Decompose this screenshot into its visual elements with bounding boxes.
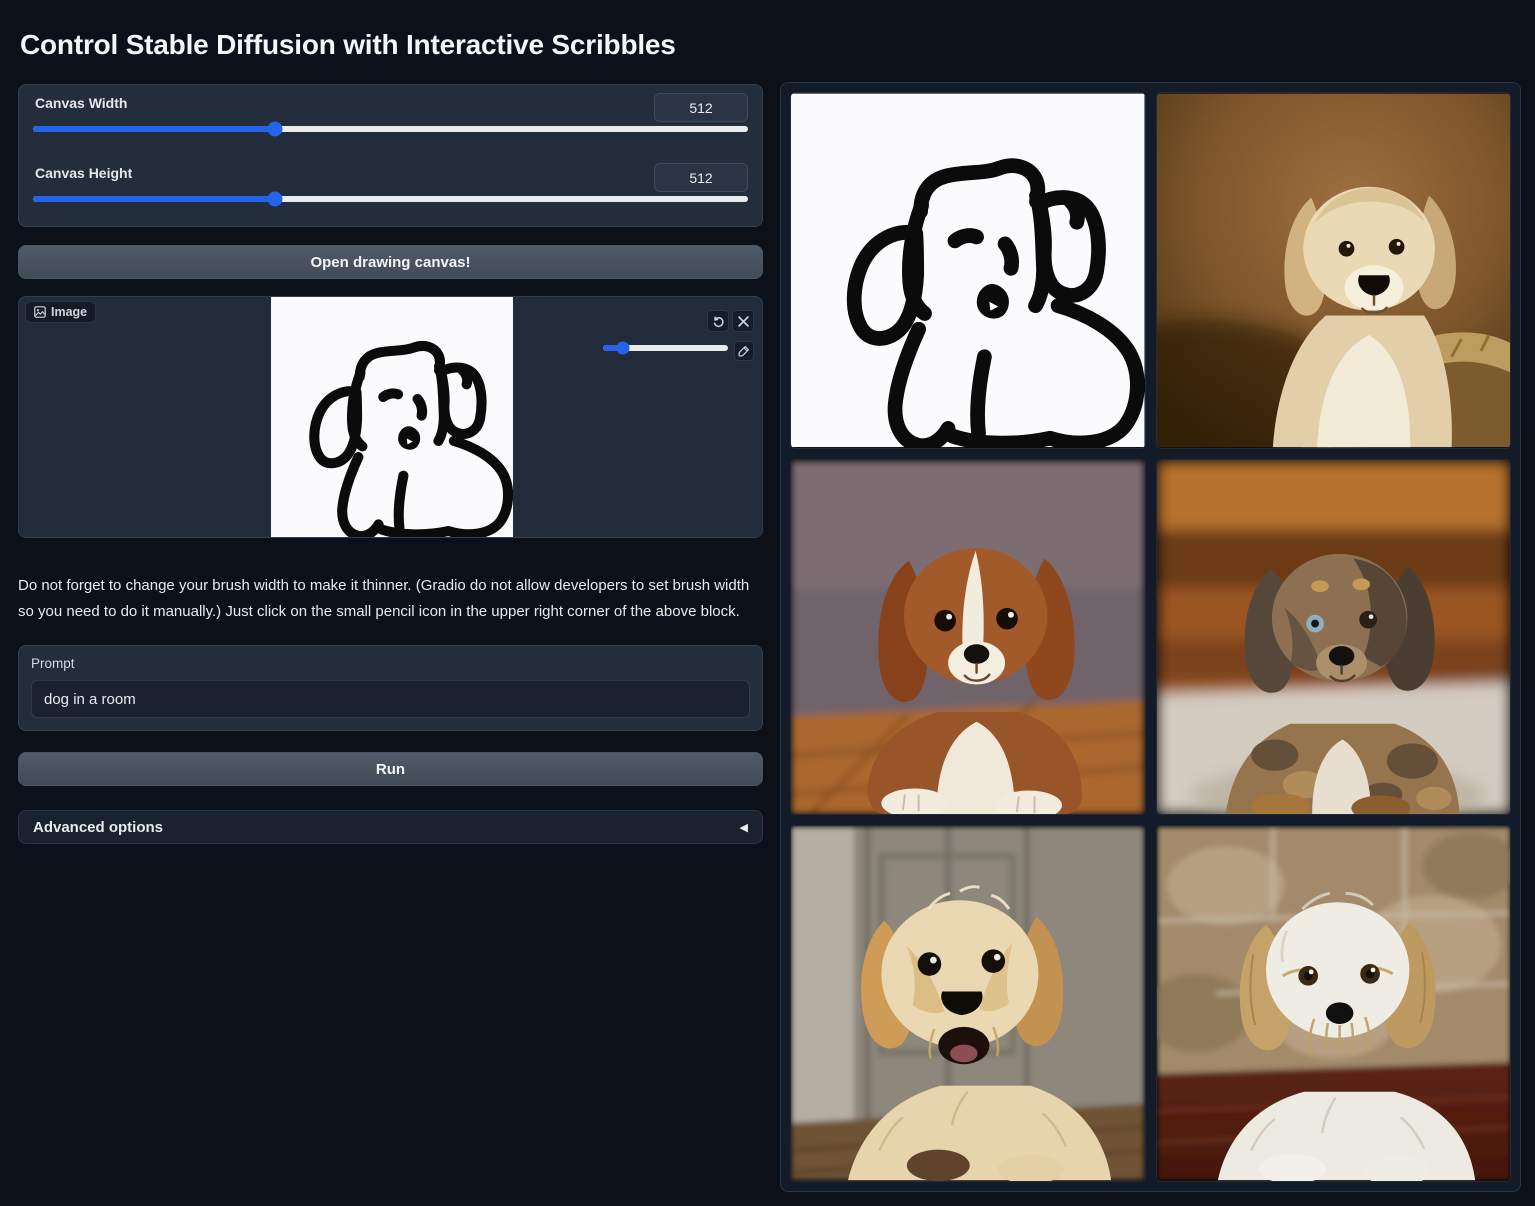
canvas-height-slider-fill xyxy=(33,196,275,202)
canvas-width-label: Canvas Width xyxy=(35,95,127,111)
brush-settings-button[interactable] xyxy=(734,341,754,361)
open-drawing-canvas-button[interactable]: Open drawing canvas! xyxy=(18,245,763,279)
gallery-item-dog-wood-floor[interactable] xyxy=(790,459,1146,816)
x-icon xyxy=(738,316,749,327)
page-title: Control Stable Diffusion with Interactiv… xyxy=(20,29,920,61)
dog-photo-5 xyxy=(1157,826,1511,1181)
brush-width-note: Do not forget to change your brush width… xyxy=(18,573,766,626)
gallery-item-dog-white[interactable] xyxy=(1156,825,1512,1182)
canvas-width-slider-handle[interactable] xyxy=(267,122,282,137)
image-icon xyxy=(34,306,46,318)
accordion-collapse-icon: ◀ xyxy=(740,821,748,834)
canvas-height-slider[interactable] xyxy=(33,196,748,202)
canvas-height-value-input[interactable] xyxy=(654,163,748,192)
prompt-label: Prompt xyxy=(31,656,750,671)
scribble-thumbnail xyxy=(791,93,1145,448)
dog-photo-4 xyxy=(791,826,1145,1181)
canvas-size-panel: Canvas Width Canvas Height xyxy=(18,84,763,227)
image-editor-block: Image xyxy=(18,296,763,538)
clear-button[interactable] xyxy=(732,310,754,332)
gallery-item-dog-open-mouth[interactable] xyxy=(790,825,1146,1182)
pencil-icon xyxy=(738,345,750,357)
dog-photo-3 xyxy=(1157,460,1511,815)
undo-icon xyxy=(712,315,725,328)
brush-size-slider[interactable] xyxy=(603,345,728,351)
results-gallery xyxy=(780,82,1521,1192)
undo-button[interactable] xyxy=(707,310,729,332)
advanced-options-label: Advanced options xyxy=(33,819,163,836)
dog-scribble-drawing xyxy=(271,297,513,537)
prompt-input[interactable] xyxy=(31,680,750,718)
run-button[interactable]: Run xyxy=(18,752,763,786)
advanced-options-accordion[interactable]: Advanced options ◀ xyxy=(18,810,763,844)
canvas-height-slider-handle[interactable] xyxy=(267,192,282,207)
image-component-badge: Image xyxy=(25,301,96,323)
dog-photo-1 xyxy=(1157,93,1511,448)
canvas-width-slider[interactable] xyxy=(33,126,748,132)
canvas-height-label: Canvas Height xyxy=(35,165,132,181)
gallery-item-dog-merle[interactable] xyxy=(1156,459,1512,816)
gallery-item-dog-basket[interactable] xyxy=(1156,92,1512,449)
canvas-width-value-input[interactable] xyxy=(654,93,748,122)
brush-size-slider-handle[interactable] xyxy=(617,342,630,355)
drawing-canvas[interactable] xyxy=(271,297,513,537)
gallery-item-scribble[interactable] xyxy=(790,92,1146,449)
image-component-label: Image xyxy=(51,305,87,319)
canvas-width-slider-fill xyxy=(33,126,275,132)
dog-photo-2 xyxy=(791,460,1145,815)
prompt-panel: Prompt xyxy=(18,645,763,731)
